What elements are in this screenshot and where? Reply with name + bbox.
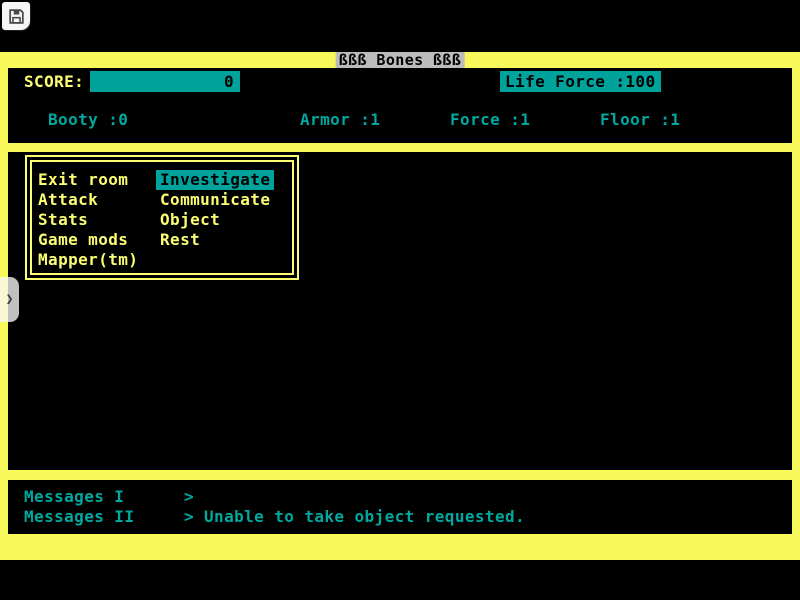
- menu-item-game-mods[interactable]: Game mods: [38, 230, 138, 250]
- stat-floor: Floor :1: [600, 110, 680, 129]
- stat-armor: Armor :1: [300, 110, 380, 129]
- messages-panel: Messages I > Messages II > Unable to tak…: [8, 480, 792, 534]
- main-panel: Exit room Attack Stats Game mods Mapper(…: [8, 152, 792, 470]
- score-value: 0: [224, 72, 234, 91]
- message-label: Messages II: [24, 507, 134, 527]
- menu-column-2: Investigate Communicate Object Rest: [160, 170, 274, 250]
- game-screen: ßßß Bones ßßß SCORE: 0 Life Force :100 B…: [0, 0, 800, 600]
- hud-panel: SCORE: 0 Life Force :100 Booty :0 Armor …: [8, 68, 792, 143]
- page-title: ßßß Bones ßßß: [336, 52, 465, 68]
- stat-force: Force :1: [450, 110, 530, 129]
- stat-booty: Booty :0: [48, 110, 128, 129]
- menu-column-1: Exit room Attack Stats Game mods Mapper(…: [38, 170, 138, 270]
- menu-item-mapper[interactable]: Mapper(tm): [38, 250, 138, 270]
- menu-item-communicate[interactable]: Communicate: [160, 190, 274, 210]
- menu-item-investigate[interactable]: Investigate: [156, 170, 274, 190]
- menu-item-rest[interactable]: Rest: [160, 230, 274, 250]
- score-bar: 0: [90, 71, 240, 92]
- menu-item-stats[interactable]: Stats: [38, 210, 138, 230]
- message-row-2: Messages II > Unable to take object requ…: [8, 507, 792, 527]
- menu-item-attack[interactable]: Attack: [38, 190, 138, 210]
- floppy-disk-icon: [7, 7, 26, 26]
- menu-item-exit-room[interactable]: Exit room: [38, 170, 138, 190]
- game-frame: ßßß Bones ßßß SCORE: 0 Life Force :100 B…: [0, 52, 800, 560]
- message-prompt: >: [184, 487, 194, 507]
- action-menu-inner: Exit room Attack Stats Game mods Mapper(…: [30, 160, 294, 275]
- drawer-toggle[interactable]: ❯: [0, 277, 19, 322]
- chevron-right-icon: ❯: [6, 292, 14, 307]
- message-label: Messages I: [24, 487, 124, 507]
- life-force-badge: Life Force :100: [500, 71, 661, 92]
- save-button[interactable]: [2, 2, 30, 30]
- message-row-1: Messages I >: [8, 487, 792, 507]
- action-menu: Exit room Attack Stats Game mods Mapper(…: [25, 155, 299, 280]
- score-label: SCORE:: [24, 72, 84, 91]
- message-text: Unable to take object requested.: [204, 507, 525, 527]
- menu-item-object[interactable]: Object: [160, 210, 274, 230]
- message-prompt: >: [184, 507, 194, 527]
- title-bar: ßßß Bones ßßß: [0, 52, 800, 68]
